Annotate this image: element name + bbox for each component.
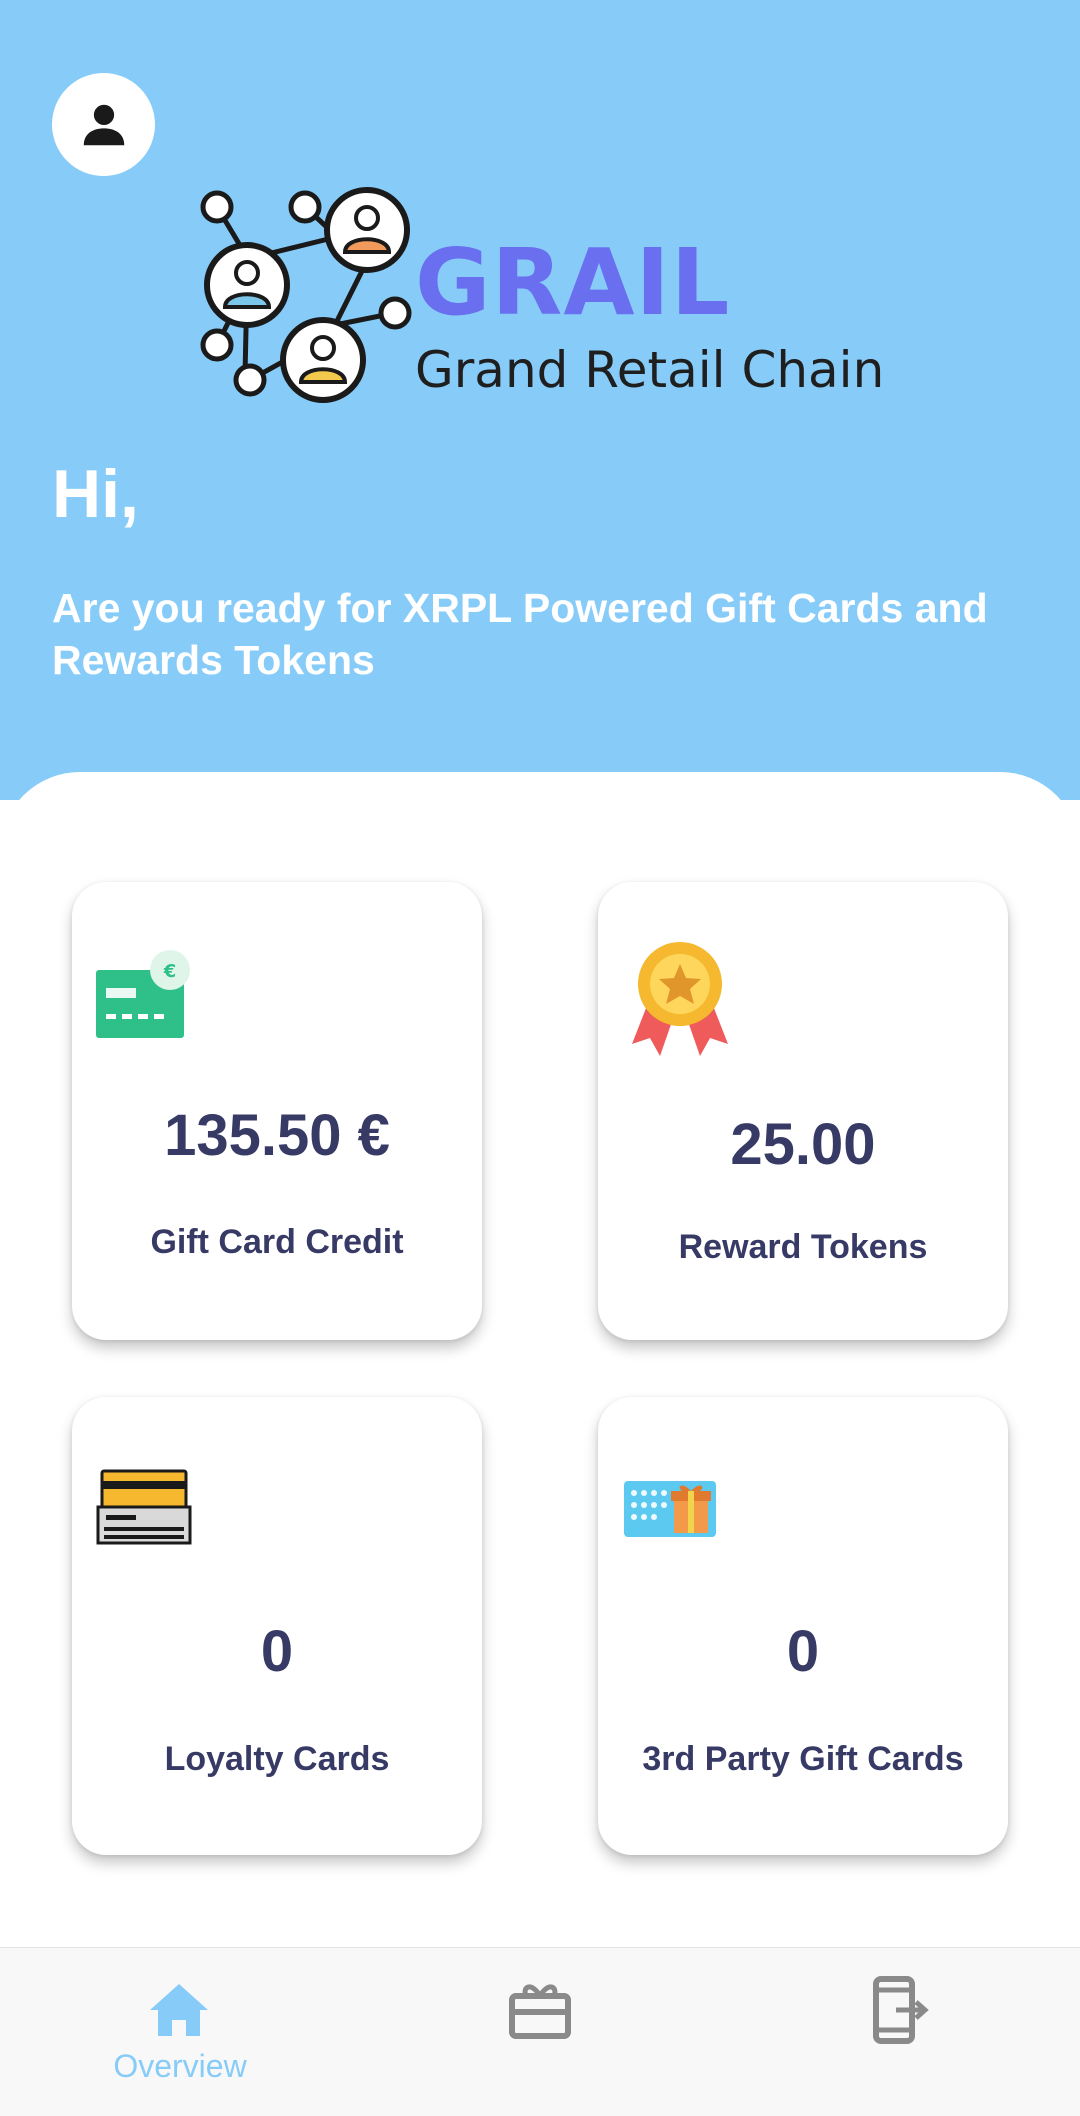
gift-card-credit-label: Gift Card Credit <box>150 1223 404 1261</box>
nav-item-gift-cards[interactable] <box>360 1948 720 2116</box>
reward-tokens-value: 25.00 <box>730 1112 876 1177</box>
greeting: Hi, <box>52 456 139 532</box>
dashboard-content: € 135.50 € Gift Card Credit 25.00 Reward… <box>0 772 1080 1947</box>
header: GRAIL Grand Retail Chain Hi, Are you rea… <box>0 0 1080 800</box>
logout-phone-icon <box>873 1976 929 2044</box>
loyalty-cards-label: Loyalty Cards <box>164 1740 390 1778</box>
gift-card-credit-card[interactable]: € 135.50 € Gift Card Credit <box>72 882 482 1340</box>
network-people-icon <box>200 187 412 403</box>
subtitle: Are you ready for XRPL Powered Gift Card… <box>52 585 988 683</box>
bottom-navigation: Overview <box>0 1947 1080 2116</box>
loyalty-cards-value: 0 <box>260 1619 294 1684</box>
nav-item-overview[interactable]: Overview <box>0 1948 360 2116</box>
logo-brand: GRAIL <box>415 229 731 336</box>
gift-card-credit-value: 135.50 € <box>164 1103 390 1168</box>
third-party-gift-cards-card[interactable]: 0 3rd Party Gift Cards <box>598 1397 1008 1855</box>
user-icon <box>83 104 124 145</box>
grail-logo: GRAIL Grand Retail Chain <box>195 185 895 410</box>
gift-card-euro-icon: € <box>96 950 190 1038</box>
profile-avatar[interactable] <box>52 73 155 176</box>
logo-tagline: Grand Retail Chain <box>415 341 885 399</box>
loyalty-cards-card[interactable]: 0 Loyalty Cards <box>72 1397 482 1855</box>
medal-icon <box>632 942 728 1056</box>
nav-item-logout[interactable] <box>720 1948 1080 2116</box>
reward-tokens-label: Reward Tokens <box>678 1228 928 1266</box>
third-party-gift-cards-value: 0 <box>786 1619 820 1684</box>
reward-tokens-card[interactable]: 25.00 Reward Tokens <box>598 882 1008 1340</box>
svg-text:€: € <box>163 961 177 982</box>
third-party-gift-cards-label: 3rd Party Gift Cards <box>642 1740 964 1778</box>
home-icon <box>150 1984 208 2036</box>
gift-cards-icon <box>509 1984 571 2039</box>
gift-box-card-icon <box>624 1481 716 1537</box>
loyalty-card-icon <box>96 1469 192 1545</box>
